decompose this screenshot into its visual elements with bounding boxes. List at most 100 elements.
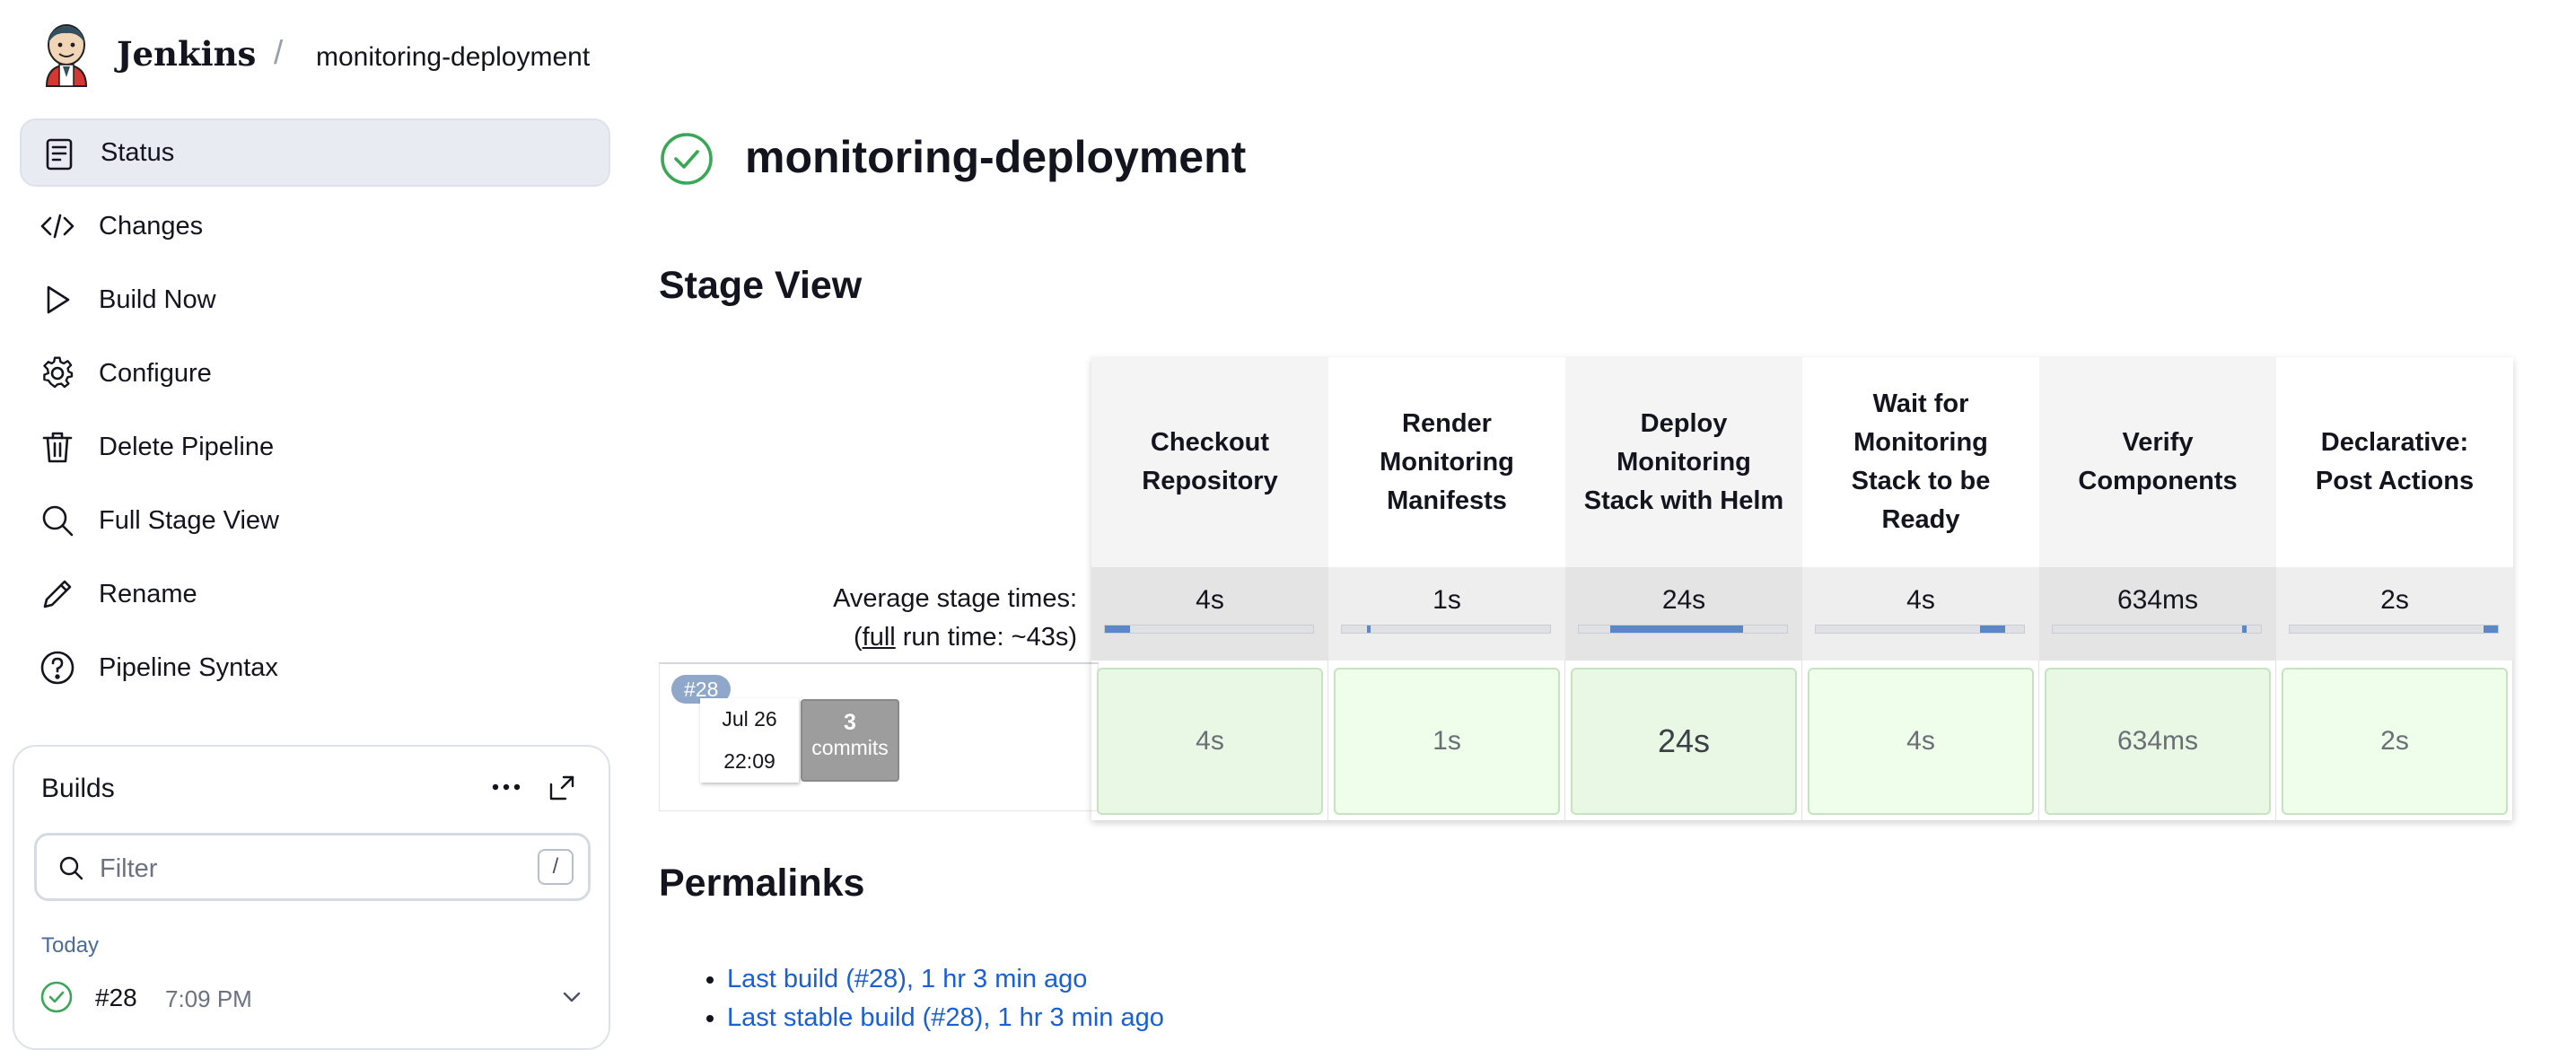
average-stage-times-label: Average stage times: (833, 584, 1077, 613)
stage-average-time: 2s (2380, 585, 2409, 615)
stage-duration-bar (1104, 625, 1314, 634)
stage-header: Verify Components (2039, 357, 2276, 567)
trash-icon (42, 432, 73, 463)
paren-open: ( (853, 623, 863, 652)
document-icon (46, 138, 73, 171)
sidebar-item-status[interactable]: Status (20, 118, 610, 187)
permalink-item: Last stable build (#28), 1 hr 3 min ago (727, 999, 1164, 1037)
stage-column: Verify Components 634ms 634ms (2039, 357, 2276, 820)
sidebar-item-full-stage-view[interactable]: Full Stage View (20, 486, 610, 555)
stage-result-cell[interactable]: 4s (1808, 668, 2034, 815)
sidebar-item-label: Build Now (99, 284, 216, 314)
sidebar-item-pipeline-syntax[interactable]: Pipeline Syntax (20, 634, 610, 702)
breadcrumb-job[interactable]: monitoring-deployment (316, 42, 590, 73)
stage-view-heading: Stage View (659, 264, 863, 307)
permalink-last-build[interactable]: Last build (#28), 1 hr 3 min ago (727, 965, 1087, 993)
sidebar-item-label: Rename (99, 579, 197, 608)
stage-result-cell[interactable]: 2s (2282, 668, 2508, 815)
build-row[interactable]: #28 7:09 PM (31, 969, 596, 1023)
stage-column: Render Monitoring Manifests 1s 1s (1328, 357, 1565, 820)
permalink-item: Last build (#28), 1 hr 3 min ago (727, 960, 1164, 999)
search-icon (42, 505, 74, 537)
stage-average-time: 634ms (2116, 585, 2199, 615)
stage-average-time: 4s (1196, 585, 1224, 615)
stage-column: Checkout Repository 4s 4s (1091, 357, 1328, 820)
commit-label: commits (811, 736, 889, 759)
builds-title: Builds (41, 774, 115, 803)
stage-average-time: 1s (1433, 585, 1461, 615)
stage-duration-fill (2242, 626, 2247, 633)
build-date-card: Jul 26 22:09 (700, 698, 799, 783)
success-icon (661, 133, 713, 185)
stage-result-cell[interactable]: 1s (1334, 668, 1560, 815)
stage-header: Declarative: Post Actions (2276, 357, 2513, 567)
stage-header: Checkout Repository (1091, 357, 1328, 567)
breadcrumb-separator: / (274, 34, 284, 71)
stage-duration-fill (2483, 626, 2498, 633)
commits-button[interactable]: 3 commits (801, 699, 899, 782)
stage-duration-fill (1609, 626, 1744, 633)
sidebar-item-label: Status (101, 137, 175, 167)
pencil-icon (43, 580, 72, 608)
builds-panel: Builds / Today #28 7:09 PM (13, 745, 610, 1050)
build-clock-time: 22:09 (723, 749, 775, 773)
jenkins-logo[interactable] (39, 23, 93, 88)
sidebar-item-changes[interactable]: Changes (20, 192, 610, 260)
permalink-last-stable-build[interactable]: Last stable build (#28), 1 hr 3 min ago (727, 1003, 1164, 1032)
sidebar-item-label: Delete Pipeline (99, 432, 275, 461)
stage-average: 4s (1802, 567, 2039, 661)
stage-average-time: 24s (1661, 585, 1706, 615)
sidebar-item-rename[interactable]: Rename (20, 560, 610, 628)
stage-average: 634ms (2039, 567, 2276, 661)
help-icon (40, 651, 74, 685)
more-options-icon[interactable] (488, 774, 524, 801)
brand-name[interactable]: Jenkins (117, 34, 256, 74)
success-icon (40, 981, 73, 1013)
stage-duration-bar (2289, 625, 2499, 634)
stage-duration-fill (1105, 626, 1130, 633)
sidebar-item-label: Configure (99, 358, 212, 388)
stage-result-cell[interactable]: 4s (1097, 668, 1323, 815)
stage-column: Wait for Monitoring Stack to be Ready 4s 4… (1802, 357, 2039, 820)
sidebar-item-delete-pipeline[interactable]: Delete Pipeline (20, 413, 610, 481)
filter-input[interactable] (98, 850, 478, 888)
stage-header: Deploy Monitoring Stack with Helm (1565, 357, 1802, 567)
stage-average: 24s (1565, 567, 1802, 661)
stage-duration-bar (2052, 625, 2262, 634)
search-icon (59, 856, 83, 880)
stage-result-cell[interactable]: 634ms (2045, 668, 2271, 815)
full-run-time: (full run time: ~43s) (833, 618, 1077, 657)
build-number[interactable]: #28 (95, 984, 137, 1012)
sidebar-item-build-now[interactable]: Build Now (20, 266, 610, 334)
stage-duration-fill (1366, 626, 1371, 633)
stage-average-time: 4s (1906, 585, 1935, 615)
stage-average: 2s (2276, 567, 2513, 661)
sidebar-item-configure[interactable]: Configure (20, 339, 610, 407)
filter-shortcut-key: / (538, 849, 574, 885)
chevron-down-icon[interactable] (562, 991, 582, 1003)
run-time-text: run time: ~43s) (895, 623, 1077, 652)
build-time: 7:09 PM (165, 985, 252, 1012)
sidebar-item-label: Full Stage View (99, 505, 279, 535)
code-icon (40, 214, 74, 239)
stage-average: 4s (1091, 567, 1328, 661)
top-header: Jenkins / monitoring-deployment (0, 0, 2576, 108)
stage-duration-fill (1980, 626, 2006, 633)
sidebar-item-label: Changes (99, 211, 204, 241)
commit-count: 3 (844, 710, 856, 735)
builds-group-label: Today (41, 933, 100, 958)
builds-filter[interactable]: / (34, 833, 591, 901)
stage-view: Average stage times: (full run time: ~43… (659, 357, 2517, 824)
stage-header: Wait for Monitoring Stack to be Ready (1802, 357, 2039, 567)
gear-icon (43, 356, 74, 389)
full-run-link[interactable]: full (863, 623, 896, 652)
permalinks-heading: Permalinks (659, 862, 865, 905)
expand-icon[interactable] (548, 774, 576, 802)
stage-duration-bar (1578, 625, 1788, 634)
play-icon (47, 285, 70, 314)
page-title: monitoring-deployment (745, 132, 1247, 182)
stage-column: Deploy Monitoring Stack with Helm 24s 24s (1565, 357, 1802, 820)
build-date: Jul 26 (722, 707, 777, 731)
stage-result-cell[interactable]: 24s (1571, 668, 1797, 815)
stage-duration-bar (1341, 625, 1551, 634)
